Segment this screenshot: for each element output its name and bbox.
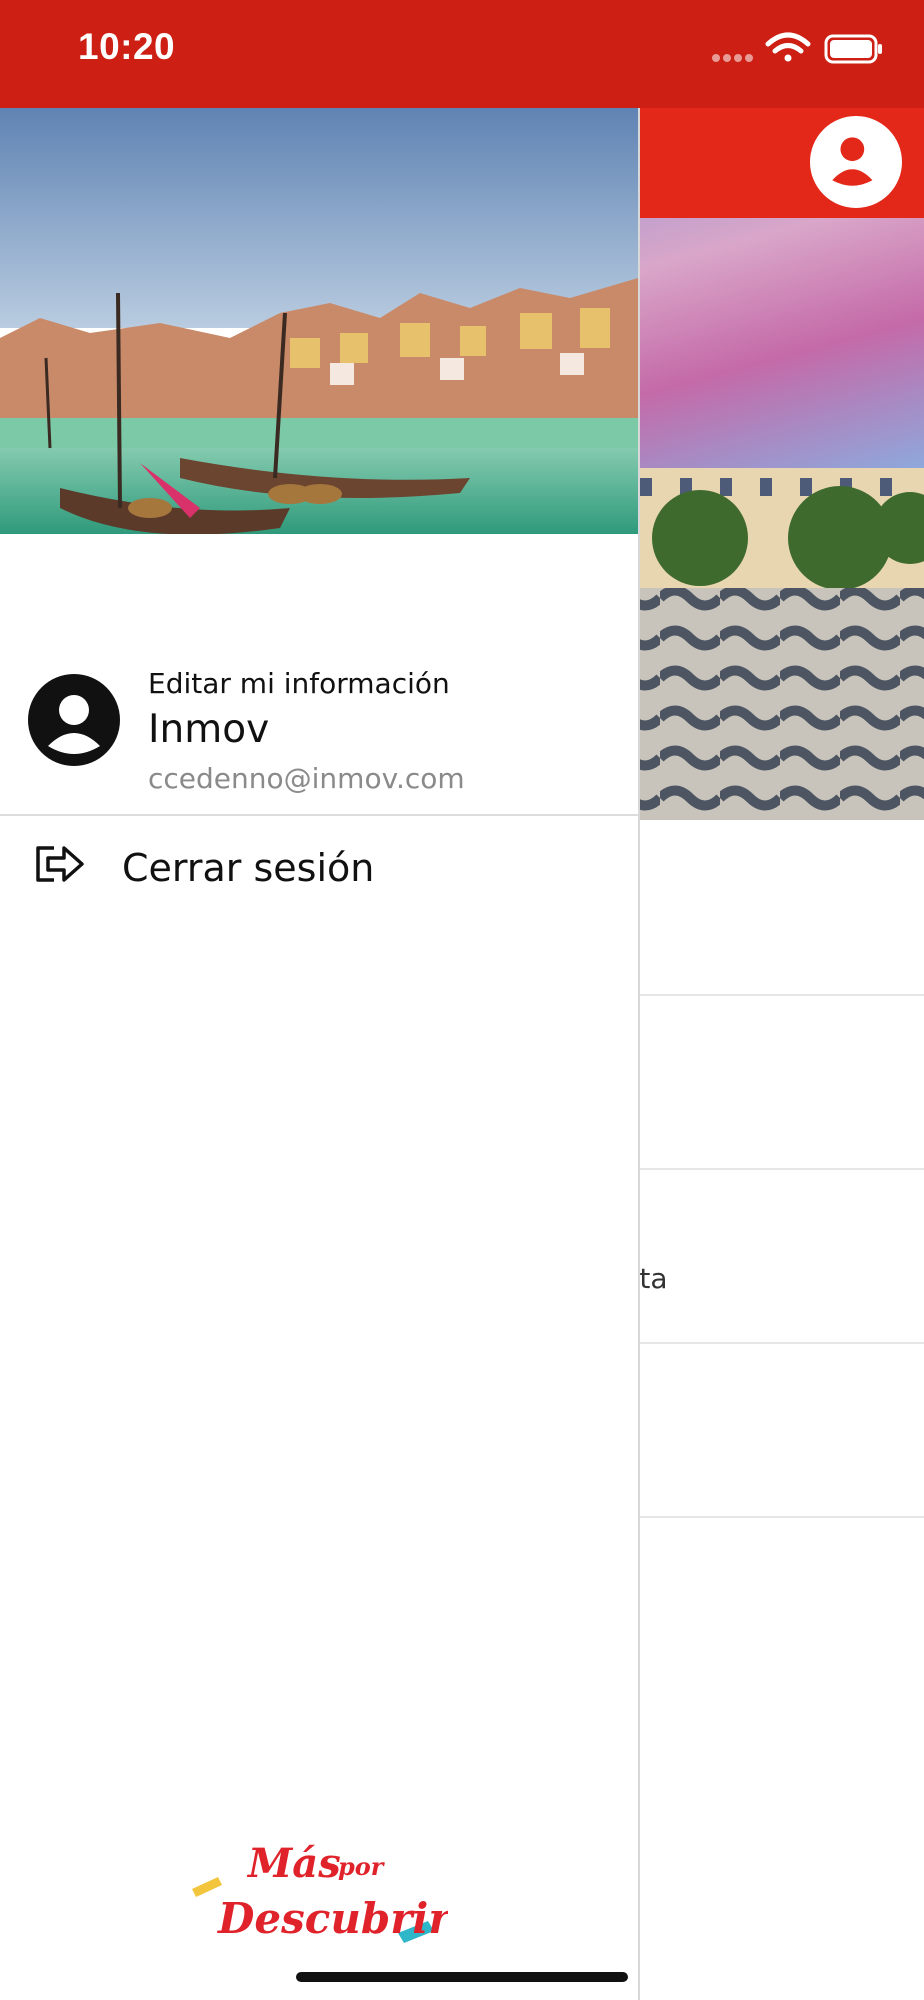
edit-profile-item[interactable]: Editar mi información Inmov ccedenno@inm… <box>0 534 638 814</box>
navigation-drawer: Editar mi información Inmov ccedenno@inm… <box>0 108 640 2000</box>
cellular-dots-icon <box>712 54 753 62</box>
drawer-header-image <box>0 108 638 534</box>
user-name: Inmov <box>148 707 270 752</box>
edit-profile-label: Editar mi información <box>148 667 450 700</box>
logout-button[interactable]: Cerrar sesión <box>0 816 638 926</box>
user-email: ccedenno@inmov.com <box>148 762 465 795</box>
logo-word-descubrir: Descubrir <box>217 1894 448 1943</box>
status-bar: 10:20 <box>0 0 924 108</box>
profile-button[interactable] <box>810 116 902 208</box>
logo-word-por: por <box>338 1852 386 1881</box>
status-icons <box>712 32 882 64</box>
logo-word-mas: Más <box>246 1840 341 1887</box>
brand-logo: Más por Descubrir <box>192 1840 448 1943</box>
home-indicator <box>296 1972 628 1982</box>
logout-label: Cerrar sesión <box>122 846 375 890</box>
profile-icon <box>815 121 889 195</box>
user-avatar-icon <box>28 674 120 766</box>
wifi-icon <box>765 32 811 62</box>
battery-icon <box>824 34 882 64</box>
logout-icon <box>36 846 84 882</box>
status-time: 10:20 <box>78 26 176 67</box>
